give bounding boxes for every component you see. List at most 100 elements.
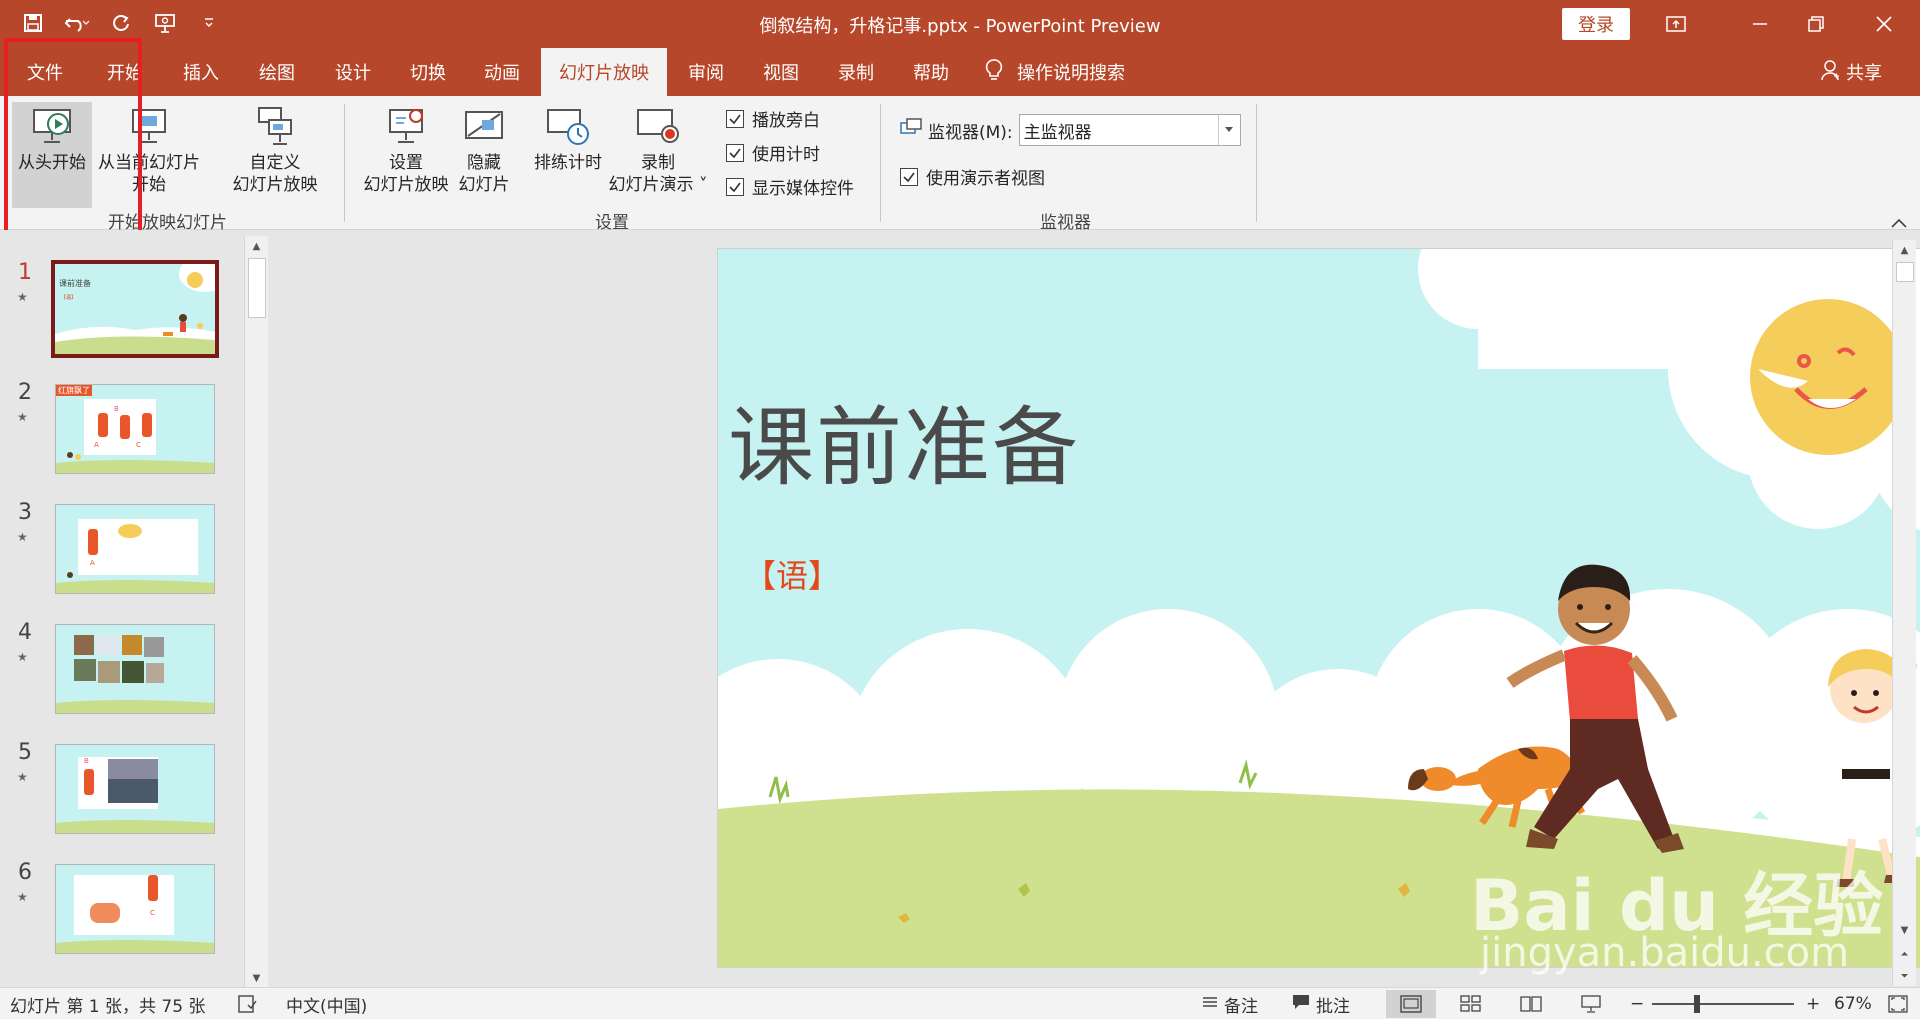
slide-thumbnail-image: C (55, 864, 215, 954)
chevron-down-icon[interactable] (1217, 115, 1240, 145)
tab-review[interactable]: 审阅 (671, 48, 741, 96)
tell-me-search[interactable]: 操作说明搜索 (985, 48, 1125, 96)
monitor-select[interactable]: 主监视器 (1018, 114, 1241, 146)
hide-label-1: 隐藏 (467, 153, 501, 173)
close-icon[interactable] (1860, 6, 1908, 42)
zoom-slider-thumb[interactable] (1694, 995, 1700, 1013)
slide-number: 4 (18, 620, 32, 645)
setup-label-2: 幻灯片放映 (363, 175, 449, 195)
monitor-select-value: 主监视器 (1023, 122, 1092, 143)
slide-number: 6 (18, 860, 32, 885)
scroll-down-arrow-icon[interactable]: ▼ (1893, 920, 1916, 940)
tab-animations[interactable]: 动画 (467, 48, 537, 96)
zoom-slider-track[interactable] (1652, 1003, 1794, 1005)
presenter-view-label: 使用演示者视图 (926, 169, 1045, 189)
reading-view-icon (1520, 996, 1542, 1012)
custom-slide-show-button[interactable]: 自定义 幻灯片放映 (218, 102, 332, 196)
login-button[interactable]: 登录 (1562, 8, 1630, 40)
tab-record[interactable]: 录制 (821, 48, 891, 96)
fit-to-window-icon[interactable] (1888, 988, 1908, 1019)
monitor-row: 监视器(M): 主监视器 (900, 114, 1241, 146)
previous-slide-icon[interactable]: ⏶ (1893, 944, 1916, 964)
scroll-down-arrow-icon[interactable]: ▼ (245, 968, 268, 988)
setup-slide-show-button[interactable]: 设置 幻灯片放映 (356, 102, 456, 196)
ribbon-tabs: 文件 开始 插入 绘图 设计 切换 动画 幻灯片放映 审阅 视图 录制 帮助 操… (0, 48, 1920, 96)
share-button[interactable]: 共享 (1820, 48, 1882, 96)
scroll-thumb[interactable] (1896, 262, 1914, 282)
record-label-1: 录制 (641, 153, 675, 173)
use-presenter-view-checkbox[interactable]: 使用演示者视图 (900, 164, 1045, 189)
thumb-letter: B (84, 757, 89, 765)
slide-thumbnail[interactable]: 5 ★ B (0, 740, 250, 850)
tab-design[interactable]: 设计 (318, 48, 388, 96)
record-slide-show-button[interactable]: 录制 幻灯片演示 ˅ (606, 102, 710, 196)
collapse-ribbon-icon[interactable] (1890, 214, 1908, 228)
scroll-up-arrow-icon[interactable]: ▲ (245, 236, 268, 256)
tab-view[interactable]: 视图 (746, 48, 816, 96)
language-status[interactable]: 中文(中国) (286, 988, 367, 1019)
animation-star-icon: ★ (17, 530, 28, 544)
animation-star-icon: ★ (17, 650, 28, 664)
slide-sorter-button[interactable] (1446, 990, 1496, 1018)
slide-thumbnail-image: B (55, 744, 215, 834)
slide-scrollbar[interactable]: ▲ ▼ ⏶ ⏷ (1892, 240, 1916, 986)
rehearse-label: 排练计时 (534, 153, 602, 173)
tab-draw[interactable]: 绘图 (242, 48, 312, 96)
thumbnails-scrollbar[interactable]: ▲ ▼ (244, 236, 268, 988)
slide-thumbnail[interactable]: 4 ★ (0, 620, 250, 730)
normal-view-icon (1400, 995, 1422, 1013)
check-icon (726, 109, 744, 128)
title-bar: 倒叙结构，升格记事.pptx - PowerPoint Preview 登录 (0, 0, 1920, 48)
tab-slide-show[interactable]: 幻灯片放映 (541, 48, 667, 96)
zoom-in-button[interactable]: + (1806, 988, 1820, 1019)
slide-thumbnail[interactable]: 3 ★ A (0, 500, 250, 610)
zoom-out-button[interactable]: − (1630, 988, 1644, 1019)
custom-label-2: 幻灯片放映 (232, 175, 318, 195)
comments-label: 批注 (1316, 996, 1350, 1017)
thumb-title: 课前准备 (59, 279, 91, 288)
slide-thumbnail[interactable]: 6 ★ C (0, 860, 250, 970)
setup-show-icon (389, 109, 423, 143)
show-media-controls-checkbox[interactable]: 显示媒体控件 (726, 174, 854, 199)
spellcheck-icon[interactable] (238, 988, 258, 1019)
person-icon (1820, 59, 1840, 86)
share-label: 共享 (1846, 63, 1882, 84)
next-slide-icon[interactable]: ⏷ (1893, 966, 1916, 986)
minimize-icon[interactable] (1736, 6, 1784, 42)
slide-thumbnail-image (55, 624, 215, 714)
slide-title[interactable]: 课前准备 (728, 377, 1080, 502)
animation-star-icon: ★ (17, 770, 28, 784)
animation-star-icon: ★ (17, 890, 28, 904)
use-timings-checkbox[interactable]: 使用计时 (726, 140, 820, 165)
play-narrations-checkbox[interactable]: 播放旁白 (726, 106, 820, 131)
thumb-letter: C (150, 909, 155, 917)
thumb-banner: 红旗飘了 (56, 385, 92, 396)
reading-view-button[interactable] (1506, 990, 1556, 1018)
slide-thumbnail[interactable]: 1 ★ 课前准备 【语】 (0, 260, 250, 370)
comments-button[interactable]: 批注 (1292, 988, 1350, 1019)
rehearse-timings-button[interactable]: 排练计时 (526, 102, 610, 174)
slide-number: 5 (18, 740, 32, 765)
tab-transitions[interactable]: 切换 (393, 48, 463, 96)
check-icon (726, 143, 744, 162)
scroll-up-arrow-icon[interactable]: ▲ (1893, 240, 1916, 260)
custom-label-1: 自定义 (249, 153, 301, 173)
normal-view-button[interactable] (1386, 990, 1436, 1018)
animation-star-icon: ★ (17, 290, 28, 304)
hide-slide-button[interactable]: 隐藏 幻灯片 (456, 102, 512, 196)
slide-thumbnail-image: 红旗飘了 B A C (55, 384, 215, 474)
slide-show-view-button[interactable] (1566, 990, 1616, 1018)
slide-thumbnails-pane: 1 ★ 课前准备 【语】 2 ★ 红旗飘了 B A C 3 ★ A 4 ★ 5 … (0, 230, 270, 988)
notes-button[interactable]: 备注 (1202, 988, 1258, 1019)
restore-icon[interactable] (1792, 6, 1840, 42)
scroll-thumb[interactable] (248, 258, 266, 318)
slide-thumbnail[interactable]: 2 ★ 红旗飘了 B A C (0, 380, 250, 490)
monitor-icon (900, 117, 922, 143)
slide-number: 3 (18, 500, 32, 525)
tab-help[interactable]: 帮助 (896, 48, 966, 96)
ribbon-display-options-icon[interactable] (1652, 6, 1700, 42)
zoom-level[interactable]: 67% (1834, 988, 1872, 1019)
slide-subtitle[interactable]: 【语】 (744, 551, 840, 597)
custom-show-icon (258, 107, 292, 145)
tab-insert[interactable]: 插入 (166, 48, 236, 96)
